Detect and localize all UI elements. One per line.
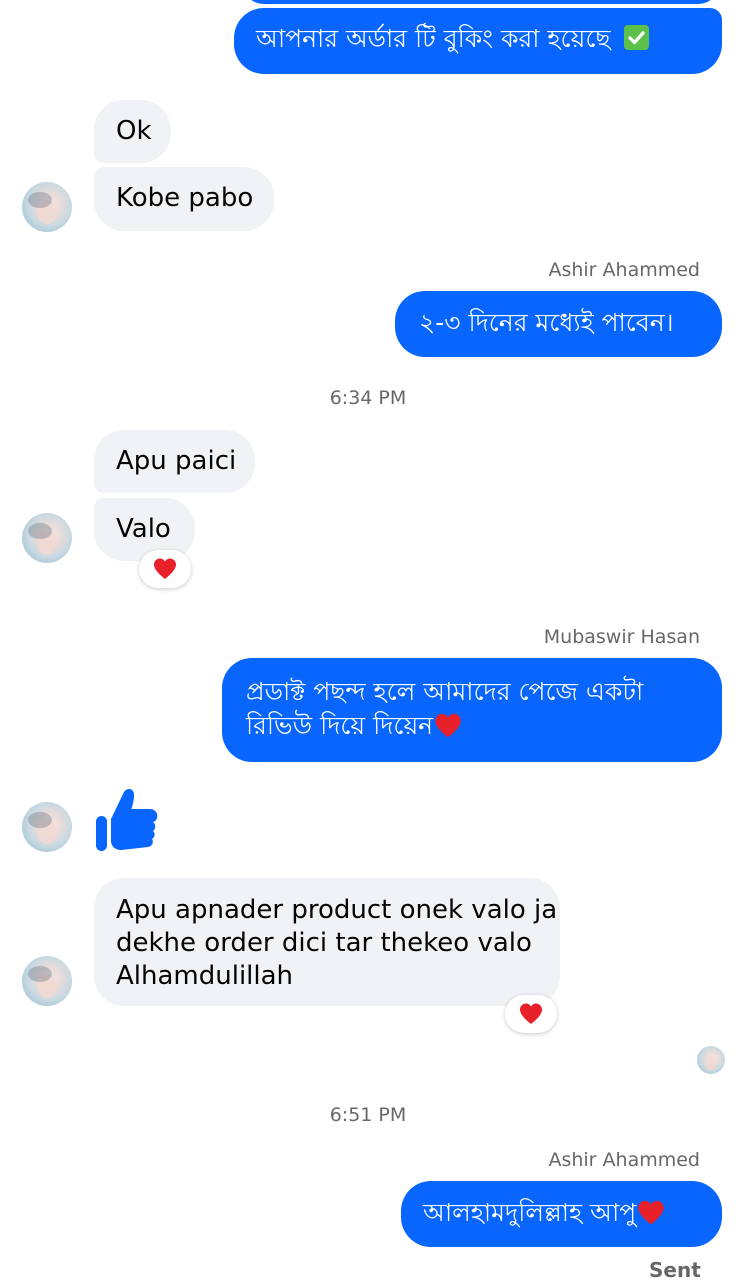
heart-icon <box>154 558 176 579</box>
contact-avatar[interactable] <box>22 956 72 1006</box>
sender-name: Ashir Ahammed <box>548 1149 700 1171</box>
message-bubble-incoming[interactable]: Apu paici <box>94 430 255 493</box>
message-text: Valo <box>116 514 171 544</box>
heart-emoji-icon <box>638 1200 664 1225</box>
message-text: আলহামদুলিল্লাহ আপু <box>423 1198 637 1227</box>
sender-name: Ashir Ahammed <box>548 259 700 281</box>
contact-avatar[interactable] <box>22 802 72 852</box>
timestamp: 6:34 PM <box>329 387 407 409</box>
reaction-badge[interactable] <box>139 550 191 588</box>
message-text: Apu paici <box>116 446 237 476</box>
reaction-badge[interactable] <box>505 995 557 1033</box>
message-bubble-incoming[interactable]: Kobe pabo <box>94 167 274 231</box>
message-text-line: প্রডাক্ট পছন্দ হলে আমাদের পেজে একটা <box>246 677 644 706</box>
message-text-line: Apu apnader product onek valo ja <box>116 895 558 925</box>
seen-avatar <box>697 1046 725 1074</box>
message-bubble-outgoing[interactable]: ২-৩ দিনের মধ্যেই পাবেন। <box>395 291 722 357</box>
message-bubble-incoming[interactable]: Ok <box>94 100 171 163</box>
message-text: আপনার অর্ডার টি বুকিং করা হয়েছে <box>256 24 611 53</box>
message-status: Sent <box>649 1258 701 1282</box>
heart-icon <box>520 1003 542 1024</box>
message-text-line: Alhamdulillah <box>116 961 294 991</box>
previous-message-bubble-edge <box>242 0 720 4</box>
thumbs-up-message[interactable] <box>94 786 160 854</box>
thumbs-up-icon <box>96 789 158 851</box>
message-text: Ok <box>116 116 152 146</box>
message-bubble-outgoing[interactable]: আপনার অর্ডার টি বুকিং করা হয়েছে <box>234 8 722 74</box>
message-bubble-incoming[interactable]: Apu apnader product onek valo ja dekhe o… <box>94 878 560 1006</box>
timestamp: 6:51 PM <box>329 1104 407 1126</box>
message-text: ২-৩ দিনের মধ্যেই পাবেন। <box>419 308 674 337</box>
heart-emoji-icon <box>435 713 461 738</box>
message-bubble-outgoing[interactable]: আলহামদুলিল্লাহ আপু <box>401 1181 722 1247</box>
message-text: Kobe pabo <box>116 183 254 213</box>
message-text-line-2: রিভিউ দিয়ে দিয়েন <box>246 709 722 743</box>
message-text: রিভিউ দিয়ে দিয়েন <box>246 711 434 740</box>
sender-name: Mubaswir Hasan <box>543 626 700 648</box>
message-text-line: dekhe order dici tar thekeo valo <box>116 928 532 958</box>
check-mark-emoji <box>624 25 650 50</box>
contact-avatar[interactable] <box>22 513 72 563</box>
contact-avatar[interactable] <box>22 182 72 232</box>
message-bubble-outgoing[interactable]: প্রডাক্ট পছন্দ হলে আমাদের পেজে একটা রিভি… <box>222 658 722 762</box>
